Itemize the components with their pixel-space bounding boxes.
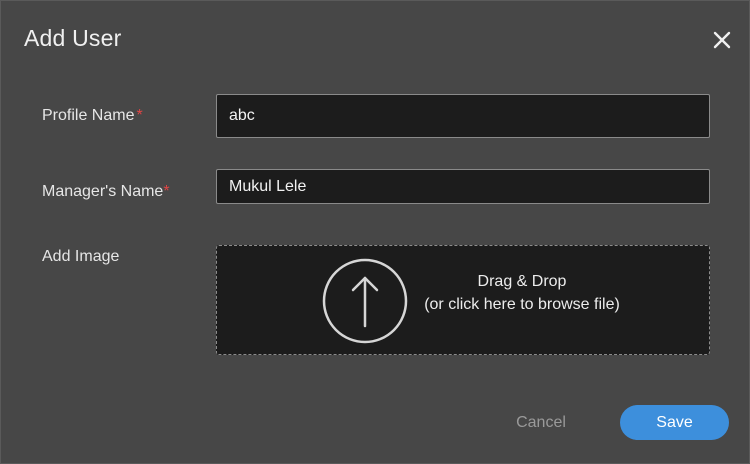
drop-title: Drag & Drop	[477, 273, 567, 290]
add-user-dialog: Add User Profile Name* Manager's Name* A…	[0, 0, 750, 464]
manager-name-label-text: Manager's Name	[42, 183, 164, 200]
manager-name-input[interactable]	[216, 169, 710, 204]
dialog-title: Add User	[24, 25, 122, 51]
save-button[interactable]: Save	[620, 405, 729, 440]
cancel-button[interactable]: Cancel	[501, 407, 581, 439]
profile-name-label: Profile Name *	[42, 107, 143, 125]
required-marker: *	[163, 183, 170, 200]
dropzone-text: Drag & Drop (or click here to browse fil…	[419, 270, 625, 316]
upload-arrow-icon	[322, 258, 408, 344]
close-icon[interactable]	[709, 27, 735, 53]
drop-subtitle: (or click here to browse file)	[424, 296, 620, 313]
profile-name-label-text: Profile Name	[42, 107, 135, 124]
manager-name-label: Manager's Name*	[42, 183, 170, 201]
profile-name-input[interactable]	[216, 94, 710, 138]
required-marker: *	[136, 107, 143, 124]
add-image-label: Add Image	[42, 248, 120, 265]
image-dropzone[interactable]: Drag & Drop (or click here to browse fil…	[216, 245, 710, 355]
